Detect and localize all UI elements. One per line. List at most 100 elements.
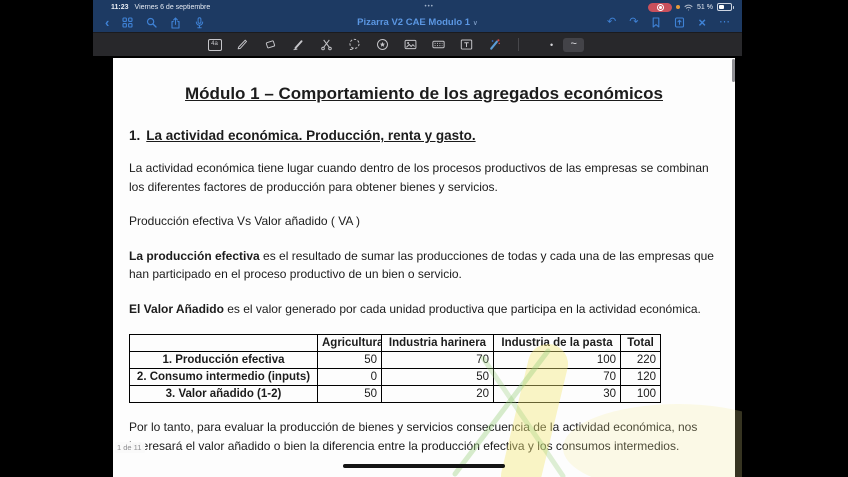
search-icon[interactable] — [146, 17, 157, 28]
microphone-icon[interactable] — [194, 17, 205, 29]
nav-bar: ‹ Pizarra V2 CAE Modulo 1 ∨ ↶ ↷ × ⋯ — [93, 13, 742, 32]
clock: 11:23 — [111, 4, 129, 11]
keyboard-icon — [432, 38, 445, 51]
pen-tool[interactable] — [235, 37, 250, 53]
shapes-icon — [376, 38, 389, 51]
bookmark-icon[interactable] — [651, 17, 661, 28]
table-cell: 50 — [318, 352, 382, 369]
keyboard-tool[interactable] — [431, 37, 446, 53]
battery-tip — [733, 6, 735, 9]
row-label: 1. Producción efectiva — [130, 352, 318, 369]
mic-active-icon — [676, 5, 680, 9]
paragraph: Producción efectiva Vs Valor añadido ( V… — [129, 212, 719, 231]
table-row: 2. Consumo intermedio (inputs) 0 50 70 1… — [130, 369, 661, 386]
text-tool-icon — [460, 38, 473, 51]
row-label: 3. Valor añadido (1-2) — [130, 386, 318, 403]
status-center-dots: ••• — [425, 4, 434, 10]
highlighter-tool[interactable] — [291, 37, 306, 53]
eraser-tool[interactable] — [263, 37, 278, 53]
paragraph: Por lo tanto, para evaluar la producción… — [129, 418, 719, 455]
close-icon[interactable]: × — [698, 17, 706, 28]
table-cell: 50 — [382, 369, 494, 386]
battery-icon — [717, 3, 732, 11]
toolbar-divider — [518, 38, 519, 51]
header-cell: Total — [621, 335, 661, 352]
header-cell: Industria harinera — [382, 335, 494, 352]
share-icon[interactable] — [170, 17, 181, 29]
scissors-icon — [320, 38, 333, 51]
table-header-row: Agricultura Industria harinera Industria… — [130, 335, 661, 352]
bold-lead: El Valor Añadido — [129, 302, 224, 316]
zoom-text-icon: 4a — [208, 39, 222, 51]
scissors-tool[interactable] — [319, 37, 334, 53]
table-cell: 220 — [621, 352, 661, 369]
stroke-size-dot[interactable]: • — [550, 40, 553, 50]
page-indicator: 1 de 11 — [115, 442, 145, 453]
back-icon[interactable]: ‹ — [105, 17, 109, 28]
highlighter-icon — [292, 38, 305, 51]
nav-right-group: ↶ ↷ × ⋯ — [607, 17, 730, 28]
status-bar: 11:23 Viernes 6 de septiembre ••• 51 % — [93, 0, 742, 13]
section-heading: 1. La actividad económica. Producción, re… — [129, 128, 719, 143]
redo-icon[interactable]: ↷ — [629, 17, 638, 28]
table-cell: 70 — [382, 352, 494, 369]
eraser-icon — [264, 38, 277, 51]
scrollbar-thumb[interactable] — [732, 59, 735, 82]
image-tool[interactable] — [403, 37, 418, 53]
bold-lead: La producción efectiva — [129, 249, 260, 263]
battery-percent: 51 % — [697, 4, 713, 11]
doc-title: Módulo 1 – Comportamiento de los agregad… — [129, 84, 719, 104]
table-cell: 70 — [494, 369, 621, 386]
paragraph: El Valor Añadido es el valor generado po… — [129, 300, 719, 319]
export-page-icon[interactable] — [674, 17, 685, 28]
status-right: 51 % — [648, 3, 732, 12]
drawing-toolbar: 4a • ~ — [93, 32, 742, 56]
table-row: 3. Valor añadido (1-2) 50 20 30 100 — [130, 386, 661, 403]
text-tool[interactable] — [459, 37, 474, 53]
table-cell: 20 — [382, 386, 494, 403]
marker-tool[interactable] — [487, 37, 502, 53]
zoom-text-tool[interactable]: 4a — [207, 37, 222, 53]
table-cell: 100 — [621, 386, 661, 403]
table-cell: 0 — [318, 369, 382, 386]
app-grid-icon[interactable] — [122, 17, 133, 28]
pen-icon — [236, 38, 249, 51]
table-row: 1. Producción efectiva 50 70 100 220 — [130, 352, 661, 369]
lasso-icon — [348, 38, 361, 51]
more-icon[interactable]: ⋯ — [719, 17, 730, 28]
table-cell: 120 — [621, 369, 661, 386]
wifi-icon — [684, 4, 693, 11]
value-added-table: Agricultura Industria harinera Industria… — [129, 334, 661, 403]
section-title: La actividad económica. Producción, rent… — [146, 128, 475, 143]
title-dropdown-icon: ∨ — [473, 20, 478, 27]
header-cell: Industria de la pasta — [494, 335, 621, 352]
marker-icon — [488, 38, 501, 51]
record-icon — [657, 4, 664, 11]
header-cell: Agricultura — [318, 335, 382, 352]
tool-group: 4a — [207, 37, 502, 53]
stroke-style-curve[interactable]: ~ — [563, 38, 584, 52]
screen-recording-indicator[interactable] — [648, 3, 672, 12]
table-cell: 50 — [318, 386, 382, 403]
status-date: Viernes 6 de septiembre — [135, 4, 211, 11]
document-page[interactable]: Módulo 1 – Comportamiento de los agregad… — [113, 58, 735, 477]
section-number: 1. — [129, 128, 140, 143]
lasso-tool[interactable] — [347, 37, 362, 53]
table-cell: 30 — [494, 386, 621, 403]
table-cell: 100 — [494, 352, 621, 369]
shapes-tool[interactable] — [375, 37, 390, 53]
status-left: 11:23 Viernes 6 de septiembre — [111, 4, 210, 11]
canvas-area[interactable]: Módulo 1 – Comportamiento de los agregad… — [93, 56, 742, 477]
image-icon — [404, 38, 417, 51]
home-indicator[interactable] — [343, 464, 505, 468]
nav-title-text: Pizarra V2 CAE Modulo 1 — [357, 17, 470, 28]
header-cell — [130, 335, 318, 352]
nav-left-group: ‹ — [105, 17, 205, 29]
paragraph: La actividad económica tiene lugar cuand… — [129, 159, 719, 196]
letterbox-frame: 11:23 Viernes 6 de septiembre ••• 51 % ‹ — [0, 0, 848, 477]
paragraph-text: es el valor generado por cada unidad pro… — [224, 302, 701, 316]
row-label: 2. Consumo intermedio (inputs) — [130, 369, 318, 386]
battery-fill — [719, 5, 724, 9]
paragraph: La producción efectiva es el resultado d… — [129, 247, 719, 284]
undo-icon[interactable]: ↶ — [607, 17, 616, 28]
